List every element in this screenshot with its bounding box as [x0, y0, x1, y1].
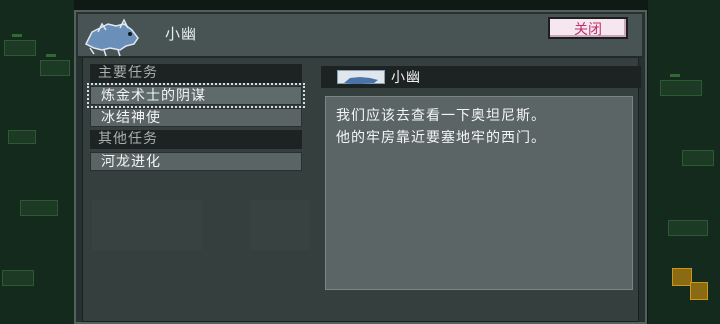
spirit-creature-icon	[80, 14, 142, 58]
quest-item-alchemist-plot[interactable]: 炼金术士的阴谋	[87, 83, 305, 108]
background-stats-faded	[92, 200, 202, 250]
spirit-creature-icon	[337, 70, 385, 84]
quest-list: 主要任务 炼金术士的阴谋 冰结神使 其他任务 河龙进化	[87, 64, 305, 171]
quest-description: 我们应该去查看一下奥坦尼斯。 他的牢房靠近要塞地牢的西门。	[325, 96, 633, 290]
other-quests-header: 其他任务	[90, 130, 302, 149]
quest-description-line: 他的牢房靠近要塞地牢的西门。	[336, 130, 546, 146]
close-button[interactable]: 关闭	[548, 17, 628, 39]
quest-item-frozen-envoy[interactable]: 冰结神使	[90, 108, 302, 127]
background-stats-faded-2	[250, 200, 310, 250]
npc-name: 小幽	[165, 25, 198, 43]
detail-npc-name: 小幽	[391, 70, 421, 86]
main-quests-header: 主要任务	[90, 64, 302, 83]
quest-item-river-dragon[interactable]: 河龙进化	[90, 152, 302, 171]
quest-description-line: 我们应该去查看一下奥坦尼斯。	[336, 108, 546, 124]
